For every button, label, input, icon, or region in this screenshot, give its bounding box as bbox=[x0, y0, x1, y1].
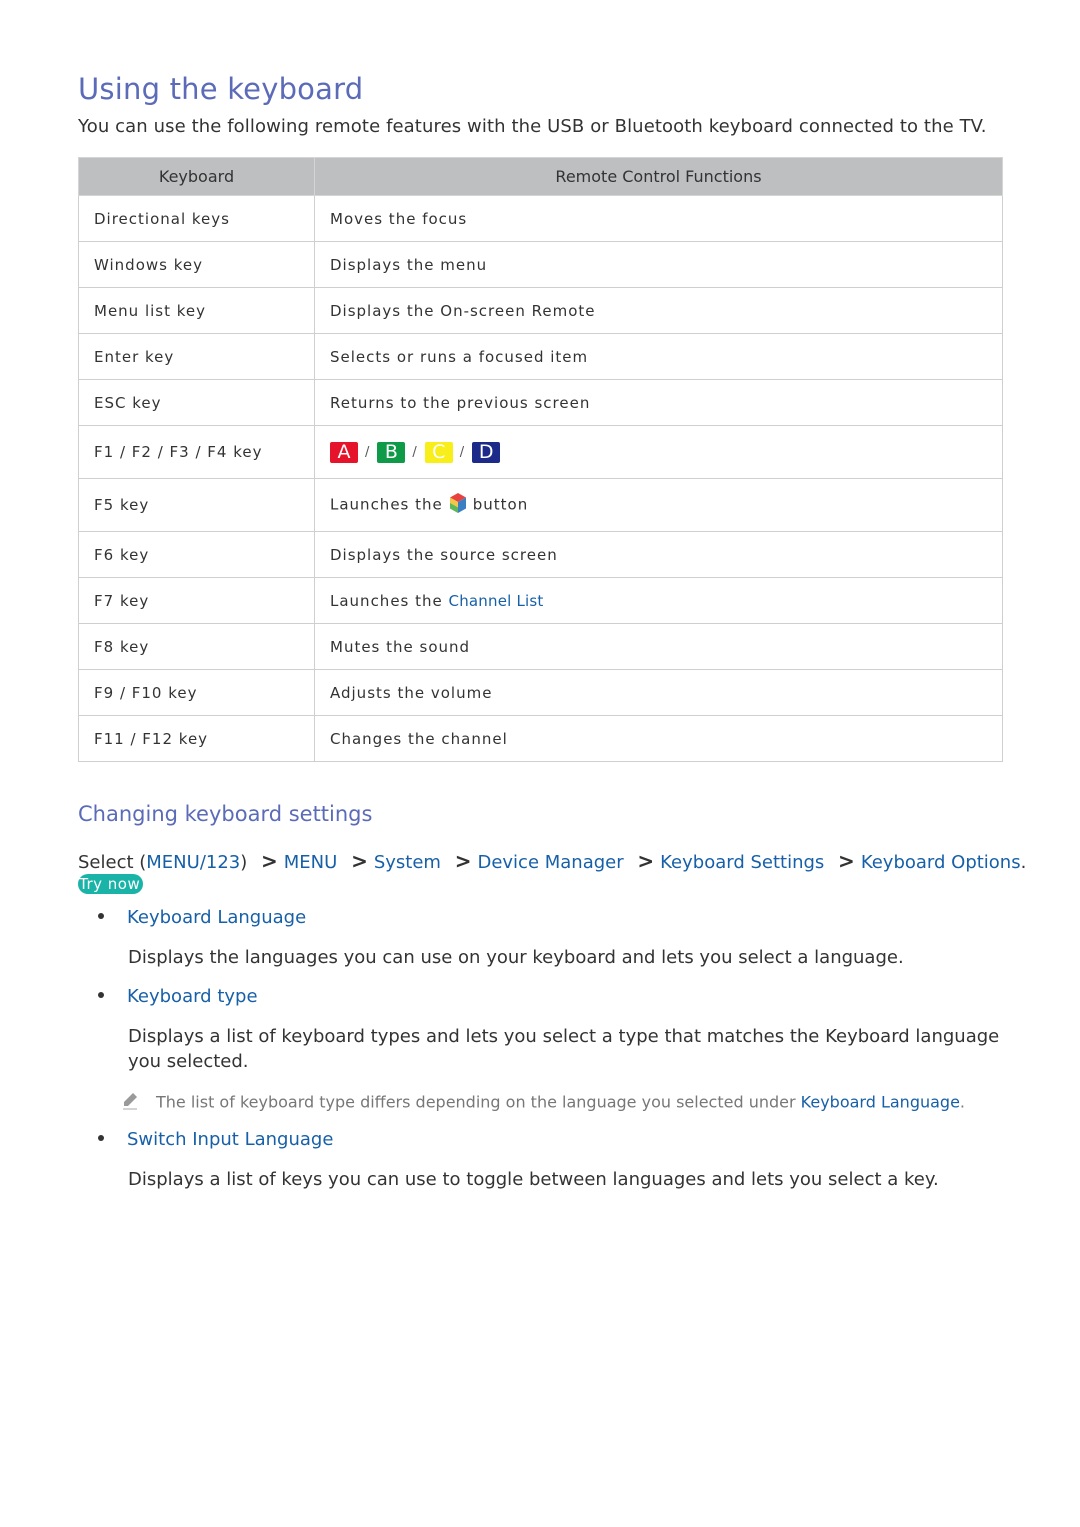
function-cell: Adjusts the volume bbox=[314, 669, 1003, 716]
color-button-c: C bbox=[424, 441, 453, 463]
separator: / bbox=[365, 444, 371, 460]
header-remote-functions: Remote Control Functions bbox=[314, 157, 1003, 196]
key-cell: Enter key bbox=[78, 333, 315, 380]
item-title-keyboard-language[interactable]: Keyboard Language bbox=[127, 907, 306, 928]
key-cell: F5 key bbox=[78, 478, 315, 532]
path-prefix: Select ( bbox=[78, 852, 147, 873]
chevron-right-icon: > bbox=[351, 849, 368, 873]
table-row: F5 key Launches the button bbox=[78, 478, 1003, 532]
separator: / bbox=[459, 444, 466, 460]
section-title: Changing keyboard settings bbox=[78, 802, 373, 826]
function-cell: Moves the focus bbox=[314, 195, 1003, 242]
note: The list of keyboard type differs depend… bbox=[122, 1092, 965, 1114]
chevron-right-icon: > bbox=[838, 849, 855, 873]
function-suffix: button bbox=[472, 495, 529, 514]
bullet-item: Switch Input Language bbox=[98, 1129, 333, 1150]
keyboard-functions-table: Keyboard Remote Control Functions Direct… bbox=[78, 157, 1003, 762]
table-row: F7 key Launches the Channel List bbox=[78, 577, 1003, 624]
item-description: Displays the languages you can use on yo… bbox=[128, 947, 904, 968]
channel-list-link[interactable]: Channel List bbox=[449, 592, 544, 610]
color-button-a: A bbox=[330, 441, 358, 463]
key-cell: F1 / F2 / F3 / F4 key bbox=[78, 425, 315, 479]
item-title-switch-input-language[interactable]: Switch Input Language bbox=[127, 1129, 333, 1150]
path-system[interactable]: System bbox=[374, 852, 441, 873]
bullet-item: Keyboard type bbox=[98, 986, 258, 1007]
item-title-keyboard-type[interactable]: Keyboard type bbox=[127, 986, 258, 1007]
function-cell: Displays the On-screen Remote bbox=[314, 287, 1003, 334]
function-prefix: Launches the bbox=[330, 495, 443, 514]
path-keyboard-options[interactable]: Keyboard Options bbox=[861, 852, 1021, 873]
chevron-right-icon: > bbox=[454, 849, 472, 873]
key-cell: F8 key bbox=[78, 623, 315, 670]
intro-text: You can use the following remote feature… bbox=[78, 116, 987, 137]
key-cell: F6 key bbox=[78, 531, 315, 578]
key-cell: Directional keys bbox=[78, 195, 315, 242]
function-cell: Displays the menu bbox=[314, 241, 1003, 288]
item-description: Displays a list of keys you can use to t… bbox=[128, 1169, 939, 1190]
chevron-right-icon: > bbox=[637, 849, 655, 873]
key-cell: Windows key bbox=[78, 241, 315, 288]
key-cell: F11 / F12 key bbox=[78, 715, 315, 762]
bullet-dot bbox=[98, 992, 104, 998]
table-row: F1 / F2 / F3 / F4 key A / B / C / D bbox=[78, 425, 1003, 479]
bullet-item: Keyboard Language bbox=[98, 907, 306, 928]
header-keyboard: Keyboard bbox=[78, 157, 315, 196]
table-header-row: Keyboard Remote Control Functions bbox=[78, 157, 1003, 196]
function-cell: Displays the source screen bbox=[314, 531, 1003, 578]
table-row: ESC key Returns to the previous screen bbox=[78, 379, 1003, 426]
function-prefix: Launches the bbox=[330, 591, 443, 610]
try-now-button[interactable]: Try now bbox=[78, 874, 144, 894]
table-row: Menu list key Displays the On-screen Rem… bbox=[78, 287, 1003, 334]
item-description: Displays a list of keyboard types and le… bbox=[128, 1026, 1000, 1072]
note-keyboard-language-link[interactable]: Keyboard Language bbox=[801, 1093, 960, 1112]
function-cell: A / B / C / D bbox=[314, 425, 1003, 479]
page-title: Using the keyboard bbox=[78, 72, 364, 106]
key-cell: Menu list key bbox=[78, 287, 315, 334]
path-menu-123[interactable]: MENU/123 bbox=[146, 852, 240, 873]
table-row: Enter key Selects or runs a focused item bbox=[78, 333, 1003, 380]
table-row: F6 key Displays the source screen bbox=[78, 531, 1003, 578]
function-cell: Returns to the previous screen bbox=[314, 379, 1003, 426]
pencil-icon bbox=[122, 1092, 138, 1114]
note-text: The list of keyboard type differs depend… bbox=[156, 1092, 796, 1112]
separator: / bbox=[412, 444, 418, 460]
function-cell: Selects or runs a focused item bbox=[314, 333, 1003, 380]
key-cell: F7 key bbox=[78, 577, 315, 624]
function-cell: Launches the button bbox=[314, 478, 1003, 532]
function-cell: Mutes the sound bbox=[314, 623, 1003, 670]
color-button-b: B bbox=[377, 441, 406, 463]
smart-hub-cube-icon bbox=[449, 492, 467, 518]
table-row: Directional keys Moves the focus bbox=[78, 195, 1003, 242]
table-row: F8 key Mutes the sound bbox=[78, 623, 1003, 670]
path-device-manager[interactable]: Device Manager bbox=[477, 852, 623, 873]
bullet-dot bbox=[98, 1135, 104, 1141]
menu-path: Select (MENU/123) > MENU > System > Device … bbox=[78, 849, 1026, 873]
path-end: . bbox=[1020, 852, 1027, 873]
path-menu[interactable]: MENU bbox=[284, 852, 338, 873]
table-row: F9 / F10 key Adjusts the volume bbox=[78, 669, 1003, 716]
function-cell: Launches the Channel List bbox=[314, 577, 1003, 624]
chevron-right-icon: > bbox=[261, 849, 278, 873]
table-row: F11 / F12 key Changes the channel bbox=[78, 715, 1003, 762]
bullet-dot bbox=[98, 913, 104, 919]
table-row: Windows key Displays the menu bbox=[78, 241, 1003, 288]
key-cell: F9 / F10 key bbox=[78, 669, 315, 716]
color-button-d: D bbox=[472, 441, 501, 463]
note-end: . bbox=[959, 1092, 966, 1112]
function-cell: Changes the channel bbox=[314, 715, 1003, 762]
path-first-suffix: ) bbox=[240, 852, 248, 873]
path-keyboard-settings[interactable]: Keyboard Settings bbox=[660, 852, 824, 873]
key-cell: ESC key bbox=[78, 379, 315, 426]
